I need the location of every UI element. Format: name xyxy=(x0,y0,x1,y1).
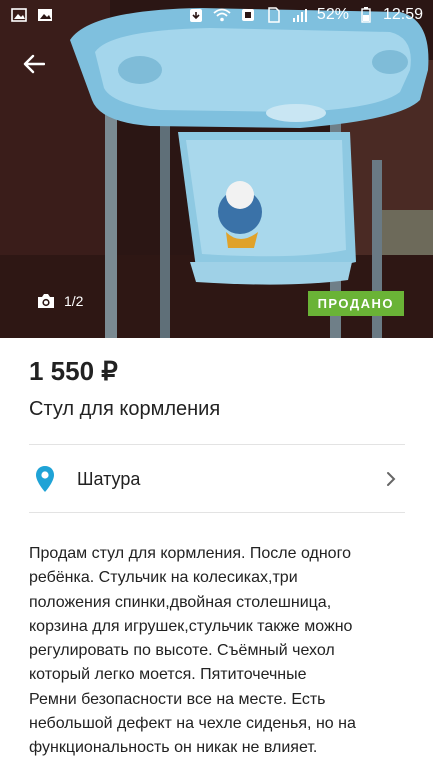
status-left-icons xyxy=(10,7,54,23)
listing-title: Стул для кормления xyxy=(29,398,221,420)
clock: 12:59 xyxy=(382,6,423,23)
gallery-icon xyxy=(36,7,54,23)
status-bar: 52% 12:59 xyxy=(0,0,433,30)
location-row[interactable]: Шатура xyxy=(29,446,405,512)
price: 1 550 ₽ xyxy=(29,356,118,386)
wifi-icon xyxy=(213,7,231,23)
camera-icon xyxy=(38,294,54,308)
back-button[interactable] xyxy=(16,46,52,82)
divider xyxy=(29,512,405,513)
location-name: Шатура xyxy=(77,468,141,489)
listing-photo[interactable] xyxy=(0,0,433,338)
location-pin-icon xyxy=(33,464,57,494)
download-icon xyxy=(187,7,205,23)
image-icon xyxy=(10,7,28,23)
sold-badge: ПРОДАНО xyxy=(307,291,404,316)
sim-icon xyxy=(265,7,283,23)
battery-percent: 52% xyxy=(316,6,349,23)
status-right-icons: 52% 12:59 xyxy=(187,6,423,24)
battery-icon xyxy=(357,7,375,23)
divider xyxy=(29,444,405,445)
photo-counter-text: 1/2 xyxy=(64,293,84,309)
nfc-icon xyxy=(239,7,257,23)
arrow-left-icon xyxy=(23,54,45,74)
photo-counter: 1/2 xyxy=(36,293,83,309)
high-chair-photo xyxy=(0,0,433,338)
signal-icon xyxy=(291,7,309,23)
listing-description: Продам стул для кормления. После одного … xyxy=(29,545,356,757)
chevron-right-icon xyxy=(383,469,399,489)
